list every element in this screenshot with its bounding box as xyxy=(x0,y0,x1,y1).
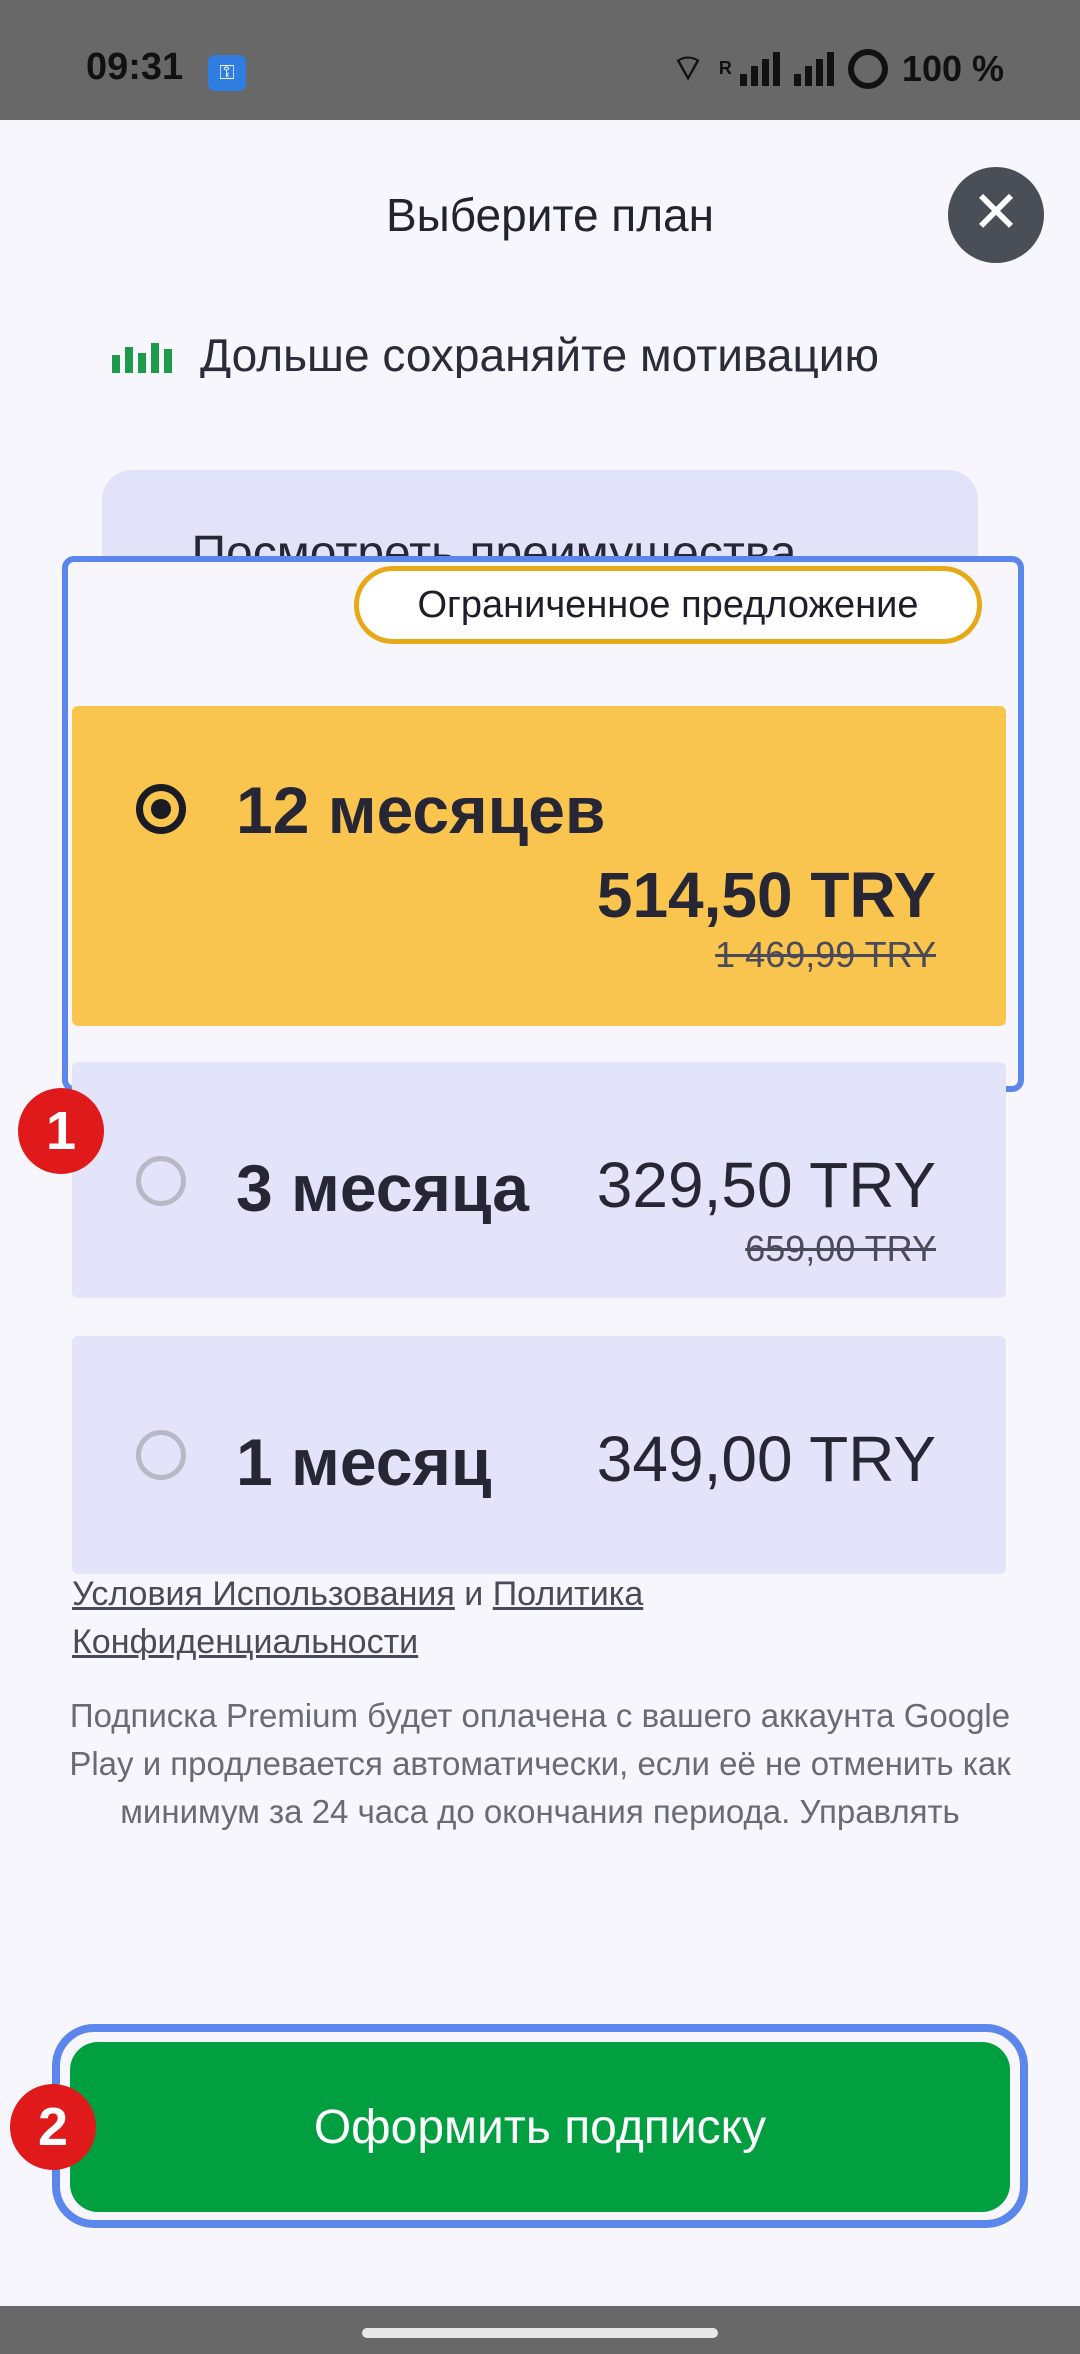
plan-price: 329,50 TRY xyxy=(596,1149,936,1221)
roaming-indicator: R xyxy=(718,58,732,78)
close-icon: ✕ xyxy=(971,180,1021,245)
radio-selected[interactable] xyxy=(136,784,186,834)
legal-links: Условия Использования и Политика Конфиде… xyxy=(72,1570,972,1666)
feature-item: Дольше сохраняйте мотивацию xyxy=(112,332,879,378)
signal-icon xyxy=(739,51,780,86)
radio-unselected[interactable] xyxy=(136,1430,186,1480)
home-indicator[interactable] xyxy=(362,2328,718,2338)
legal-and: и xyxy=(464,1575,484,1613)
navigation-bar xyxy=(0,2306,1080,2354)
vpn-key-icon: ⚿ xyxy=(208,55,246,91)
wifi-icon: ⌔ xyxy=(671,47,705,88)
status-time: 09:31 xyxy=(86,46,184,88)
plan-old-price: 659,00 TRY xyxy=(745,1228,936,1269)
limited-offer-badge: Ограниченное предложение xyxy=(354,566,982,644)
plan-old-price: 1 469,99 TRY xyxy=(715,934,936,975)
battery-icon xyxy=(847,48,888,89)
page-title: Выберите план xyxy=(385,189,715,241)
terms-link[interactable]: Условия Использования xyxy=(72,1575,455,1613)
battery-level: 100 % xyxy=(901,47,1004,89)
plan-price: 514,50 TRY xyxy=(596,859,936,931)
status-bar: 09:31 ⚿ ⌔ R 100 % xyxy=(0,0,1080,120)
subscribe-button[interactable]: Оформить подписку xyxy=(70,2042,1010,2212)
status-icons: ⌔ R 100 % xyxy=(671,46,1004,91)
step-marker-1: 1 xyxy=(18,1088,104,1174)
plan-option-12-months[interactable]: 12 месяцев 514,50 TRY 1 469,99 TRY xyxy=(72,706,1006,1026)
subscribe-label: Оформить подписку xyxy=(313,2100,767,2154)
legal-disclaimer: Подписка Premium будет оплачена с вашего… xyxy=(69,1697,1011,1830)
plan-price: 349,00 TRY xyxy=(596,1423,936,1495)
step-marker-2: 2 xyxy=(10,2084,96,2170)
close-button[interactable]: ✕ xyxy=(948,167,1044,263)
chart-bars-icon xyxy=(112,337,172,373)
radio-unselected[interactable] xyxy=(136,1156,186,1206)
plan-name: 3 месяца xyxy=(236,1151,530,1225)
feature-text: Дольше сохраняйте мотивацию xyxy=(200,332,879,378)
plan-name: 1 месяц xyxy=(236,1425,492,1499)
badge-label: Ограниченное предложение xyxy=(417,583,919,626)
plan-option-3-months[interactable]: 3 месяца 329,50 TRY 659,00 TRY xyxy=(72,1062,1006,1298)
plan-name: 12 месяцев xyxy=(236,773,606,847)
signal-icon-2 xyxy=(793,51,834,86)
plan-option-1-month[interactable]: 1 месяц 349,00 TRY xyxy=(72,1336,1006,1574)
